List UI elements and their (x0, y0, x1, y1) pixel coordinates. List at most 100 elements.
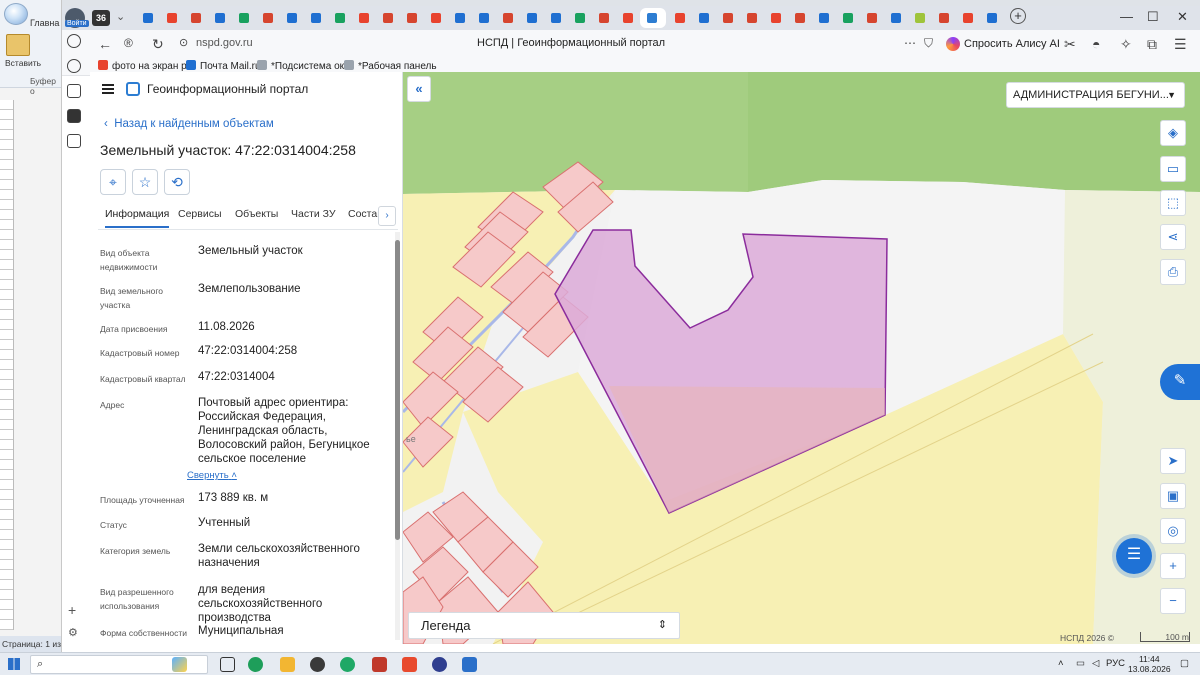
tab-counter-badge[interactable]: 36 (92, 10, 110, 26)
share-button[interactable]: ⋖ (1160, 224, 1186, 250)
tab-favicon[interactable] (428, 10, 444, 26)
favorite-button[interactable]: ☆ (132, 169, 158, 195)
map-canvas[interactable]: ье « АДМИНИСТРАЦИЯ БЕГУНИ... ▼ ◈ ▭ ⬚ ⋖ ⎙ … (403, 72, 1200, 644)
tab-list-chevron-icon[interactable]: ⌄ (116, 10, 125, 23)
tab-favicon[interactable] (984, 10, 1000, 26)
close-icon[interactable]: ✕ (1177, 9, 1188, 25)
history-button[interactable]: ⟲ (164, 169, 190, 195)
tab-favicon[interactable] (452, 10, 468, 26)
word-icon[interactable] (462, 657, 477, 672)
tab-information[interactable]: Информация (105, 208, 170, 228)
collapse-panel-button[interactable]: « (407, 76, 431, 102)
panel-settings-icon[interactable]: ⚙ (68, 626, 78, 639)
explorer-icon[interactable] (280, 657, 295, 672)
bookmark-item[interactable]: *Подсистема ок (257, 60, 344, 72)
tab-active-nspd[interactable] (640, 8, 666, 28)
collapse-address-link[interactable]: Свернуть ˄ (187, 470, 237, 481)
back-to-results-link[interactable]: ‹ Назад к найденным объектам (104, 118, 274, 130)
app-icon[interactable] (372, 657, 387, 672)
admin-area-select[interactable]: АДМИНИСТРАЦИЯ БЕГУНИ... ▼ (1006, 82, 1185, 108)
tab-favicon[interactable] (912, 10, 928, 26)
panel-scrollbar-thumb[interactable] (395, 240, 400, 540)
search-highlight-icon[interactable] (172, 657, 187, 672)
profile-login-label[interactable]: Войти (65, 20, 89, 27)
layers-button[interactable]: ◈ (1160, 120, 1186, 146)
tab-favicon[interactable] (816, 10, 832, 26)
tab-favicon[interactable] (840, 10, 856, 26)
word-tab-home[interactable]: Главна (30, 18, 59, 28)
tab-counter-side-icon[interactable] (67, 109, 81, 123)
select-area-button[interactable]: ⬚ (1160, 190, 1186, 216)
search-location-button[interactable]: ◎ (1160, 518, 1186, 544)
bookmark-item[interactable]: фото на экран ра (98, 60, 192, 72)
tab-favicon[interactable] (888, 10, 904, 26)
back-arrow-icon[interactable]: ← (98, 36, 112, 52)
tab-favicon[interactable] (620, 10, 636, 26)
tab-favicon[interactable] (164, 10, 180, 26)
volume-icon[interactable]: ◁ (1092, 658, 1099, 669)
tab-favicon[interactable] (380, 10, 396, 26)
alice-button[interactable]: Спросить Алису AI (944, 34, 1066, 54)
history-icon[interactable] (67, 34, 81, 48)
new-tab-button[interactable]: + (1010, 8, 1026, 24)
document-panel-button[interactable]: ✎ (1160, 364, 1200, 400)
tab-favicon[interactable] (404, 10, 420, 26)
tab-favicon[interactable] (720, 10, 736, 26)
app-icon[interactable] (340, 657, 355, 672)
tab-favicon[interactable] (768, 10, 784, 26)
add-panel-icon[interactable]: + (68, 602, 76, 618)
tab-favicon[interactable] (308, 10, 324, 26)
site-info-icon[interactable]: ® (124, 36, 133, 50)
reload-icon[interactable]: ↻ (152, 36, 164, 53)
tab-favicon[interactable] (500, 10, 516, 26)
network-icon[interactable]: ▭ (1076, 658, 1085, 669)
tab-favicon[interactable] (140, 10, 156, 26)
task-view-icon[interactable] (220, 657, 235, 672)
paste-label[interactable]: Вставить (5, 58, 41, 68)
bookmark-item[interactable]: *Рабочая панель (344, 60, 437, 72)
locate-on-map-button[interactable]: ⌖ (100, 169, 126, 195)
edge-icon[interactable] (248, 657, 263, 672)
tray-chevron-icon[interactable]: ˄ (1058, 658, 1064, 669)
paste-icon[interactable] (6, 34, 30, 56)
tab-objects[interactable]: Объекты (235, 208, 278, 226)
yandex-icon[interactable] (402, 657, 417, 672)
start-button-icon[interactable] (8, 658, 20, 670)
more-dots-icon[interactable]: ⋯ (904, 36, 916, 50)
notifications-icon[interactable]: ▢ (1180, 658, 1189, 669)
play-icon[interactable] (67, 59, 81, 73)
tab-favicon[interactable] (188, 10, 204, 26)
tab-favicon[interactable] (236, 10, 252, 26)
tab-favicon[interactable] (284, 10, 300, 26)
minimap-button[interactable]: ▣ (1160, 483, 1186, 509)
tab-favicon[interactable] (260, 10, 276, 26)
tab-favicon[interactable] (356, 10, 372, 26)
menu-icon[interactable]: ☰ (1174, 36, 1187, 53)
system-clock[interactable]: 11:44 13.08.2026 (1128, 654, 1171, 674)
tab-favicon[interactable] (696, 10, 712, 26)
tab-favicon[interactable] (672, 10, 688, 26)
collections-side-icon[interactable] (67, 84, 81, 98)
extensions-icon[interactable]: ✧ (1120, 36, 1132, 53)
tab-favicon[interactable] (960, 10, 976, 26)
tab-favicon[interactable] (936, 10, 952, 26)
screenshot-icon[interactable] (67, 134, 81, 148)
tab-favicon[interactable] (792, 10, 808, 26)
tab-favicon[interactable] (524, 10, 540, 26)
collections-icon[interactable]: ⧉ (1147, 36, 1157, 53)
app-icon[interactable] (310, 657, 325, 672)
zoom-in-button[interactable]: + (1160, 553, 1186, 579)
tab-favicon[interactable] (476, 10, 492, 26)
tab-favicon[interactable] (596, 10, 612, 26)
tab-favicon[interactable] (548, 10, 564, 26)
tools-icon[interactable]: ✂ (1064, 36, 1076, 53)
tabs-next-button[interactable]: › (378, 206, 396, 226)
lock-icon[interactable]: ⊙ (179, 36, 188, 49)
tab-favicon[interactable] (744, 10, 760, 26)
print-button[interactable]: ⎙ (1160, 259, 1186, 285)
chat-button[interactable]: ☰ (1116, 538, 1152, 574)
legend-dropdown[interactable]: Легенда ⇕ (408, 612, 680, 639)
office-button-icon[interactable] (4, 3, 28, 25)
portal-name[interactable]: Геоинформационный портал (147, 82, 308, 96)
hamburger-menu-icon[interactable] (102, 84, 114, 94)
